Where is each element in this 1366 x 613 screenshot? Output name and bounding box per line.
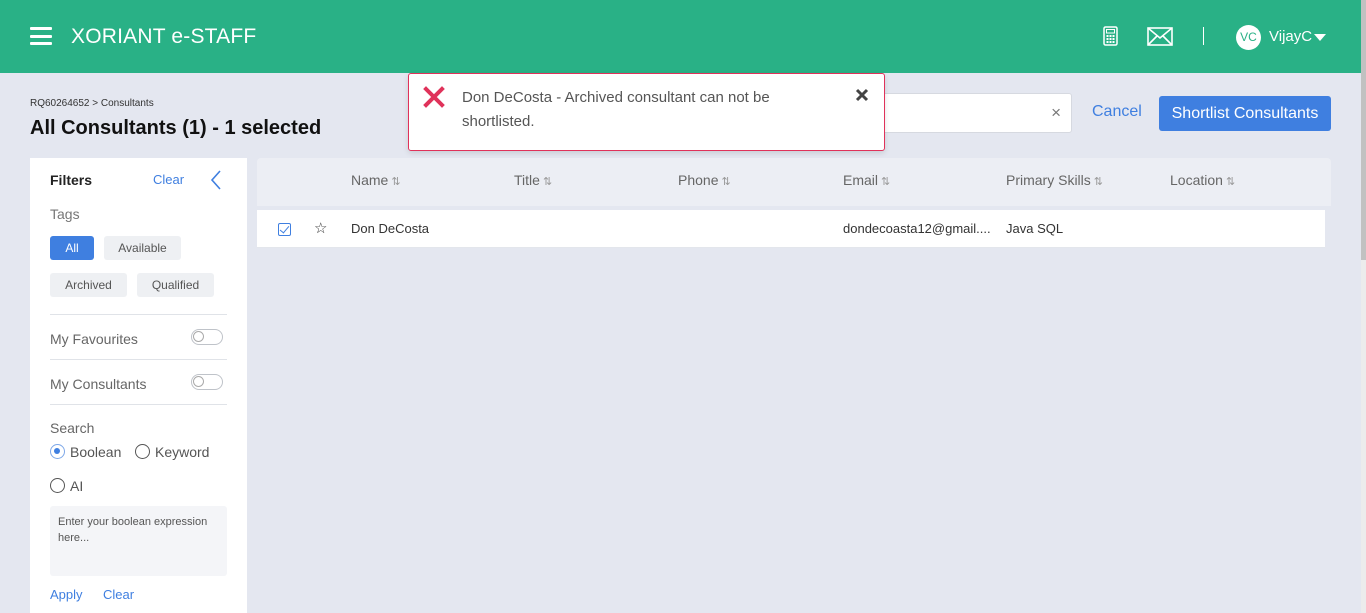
radio-keyword-label: Keyword [155, 444, 210, 460]
top-bar: XORIANT e-STAFF VC VijayC [0, 0, 1366, 73]
table-header: Name ⇅ Title ⇅ Phone ⇅ Email ⇅ Primary Skill… [257, 158, 1331, 206]
row-checkbox[interactable] [278, 223, 291, 236]
toast-message: Don DeCosta - Archived consultant can no… [462, 89, 770, 130]
column-name[interactable]: Name ⇅ [351, 172, 401, 188]
close-icon[interactable] [855, 88, 869, 107]
apply-button[interactable]: Apply [50, 587, 83, 602]
clear-search-icon[interactable]: × [1051, 103, 1061, 123]
scrollbar-thumb[interactable] [1361, 0, 1366, 260]
radio-unselected-icon[interactable] [50, 478, 65, 493]
app-title[interactable]: XORIANT e-STAFF [71, 25, 256, 49]
error-toast: Don DeCosta - Archived consultant can no… [408, 73, 885, 151]
radio-ai[interactable]: AI [50, 478, 83, 494]
cell-email: dondecoasta12@gmail.... [843, 221, 991, 236]
breadcrumb: RQ60264652 > Consultants [30, 98, 154, 109]
sort-icon[interactable]: ⇅ [1226, 176, 1235, 188]
tag-available[interactable]: Available [104, 236, 181, 260]
sort-icon[interactable]: ⇅ [721, 176, 730, 188]
column-email[interactable]: Email ⇅ [843, 172, 890, 188]
radio-keyword[interactable]: Keyword [135, 444, 209, 460]
chevron-left-icon[interactable] [210, 170, 222, 195]
my-consultants-label: My Consultants [50, 376, 147, 392]
column-primary-skills[interactable]: Primary Skills ⇅ [1006, 172, 1103, 188]
column-phone[interactable]: Phone ⇅ [678, 172, 731, 188]
search-label: Search [50, 420, 95, 436]
my-favourites-row: My Favourites [50, 314, 227, 359]
tag-archived[interactable]: Archived [50, 273, 127, 297]
cancel-button[interactable]: Cancel [1092, 103, 1142, 121]
page-title: All Consultants (1) - 1 selected [30, 117, 322, 139]
sort-icon[interactable]: ⇅ [881, 176, 890, 188]
tag-qualified[interactable]: Qualified [137, 273, 214, 297]
header-divider [1203, 27, 1204, 45]
tag-all[interactable]: All [50, 236, 94, 260]
mail-icon[interactable] [1147, 27, 1173, 51]
radio-boolean-label: Boolean [70, 444, 122, 460]
consultants-table: Name ⇅ Title ⇅ Phone ⇅ Email ⇅ Primary Skill… [257, 158, 1331, 613]
my-consultants-row: My Consultants [50, 359, 227, 404]
username[interactable]: VijayC [1269, 28, 1312, 45]
column-title[interactable]: Title ⇅ [514, 172, 552, 188]
calculator-icon[interactable] [1103, 26, 1118, 51]
error-icon [423, 86, 445, 113]
tags-label: Tags [50, 206, 80, 222]
sort-icon[interactable]: ⇅ [391, 176, 400, 188]
caret-down-icon[interactable] [1314, 34, 1326, 41]
radio-unselected-icon[interactable] [135, 444, 150, 459]
boolean-expression-input[interactable]: Enter your boolean expression here... [50, 506, 227, 576]
sort-icon[interactable]: ⇅ [543, 176, 552, 188]
search-input[interactable]: × [860, 93, 1072, 133]
cell-primary-skills: Java SQL [1006, 221, 1064, 236]
filters-title: Filters [50, 172, 93, 188]
filters-panel: Filters Clear Tags All Available Archive… [30, 158, 247, 613]
radio-selected-icon[interactable] [50, 444, 65, 459]
sort-icon[interactable]: ⇅ [1094, 176, 1103, 188]
my-favourites-label: My Favourites [50, 331, 138, 347]
filters-divider [50, 404, 227, 405]
radio-ai-label: AI [70, 478, 84, 494]
filters-clear-button[interactable]: Clear [153, 172, 184, 187]
search-clear-button[interactable]: Clear [103, 587, 134, 602]
menu-icon[interactable] [30, 27, 52, 45]
column-location[interactable]: Location ⇅ [1170, 172, 1235, 188]
avatar[interactable]: VC [1236, 25, 1261, 50]
shortlist-consultants-button[interactable]: Shortlist Consultants [1159, 96, 1331, 131]
cell-name[interactable]: Don DeCosta [351, 221, 429, 236]
table-row[interactable]: ☆ Don DeCosta dondecoasta12@gmail.... Ja… [257, 210, 1325, 248]
my-consultants-toggle[interactable] [191, 374, 223, 390]
star-icon[interactable]: ☆ [314, 219, 327, 237]
radio-boolean[interactable]: Boolean [50, 444, 121, 460]
my-favourites-toggle[interactable] [191, 329, 223, 345]
page-scrollbar[interactable] [1361, 0, 1366, 613]
